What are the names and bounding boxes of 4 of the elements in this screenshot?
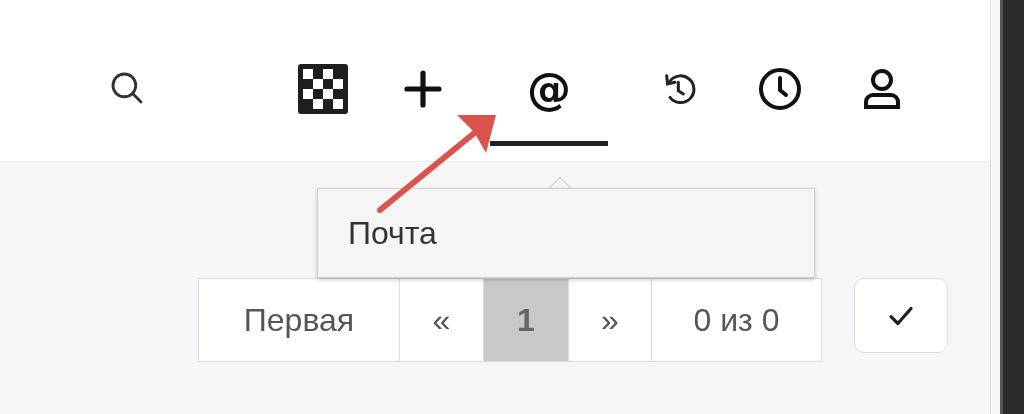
tooltip-text: Почта	[348, 214, 437, 253]
checkerboard-icon	[298, 64, 348, 114]
plus-icon	[403, 69, 443, 109]
clock-icon	[756, 65, 804, 113]
